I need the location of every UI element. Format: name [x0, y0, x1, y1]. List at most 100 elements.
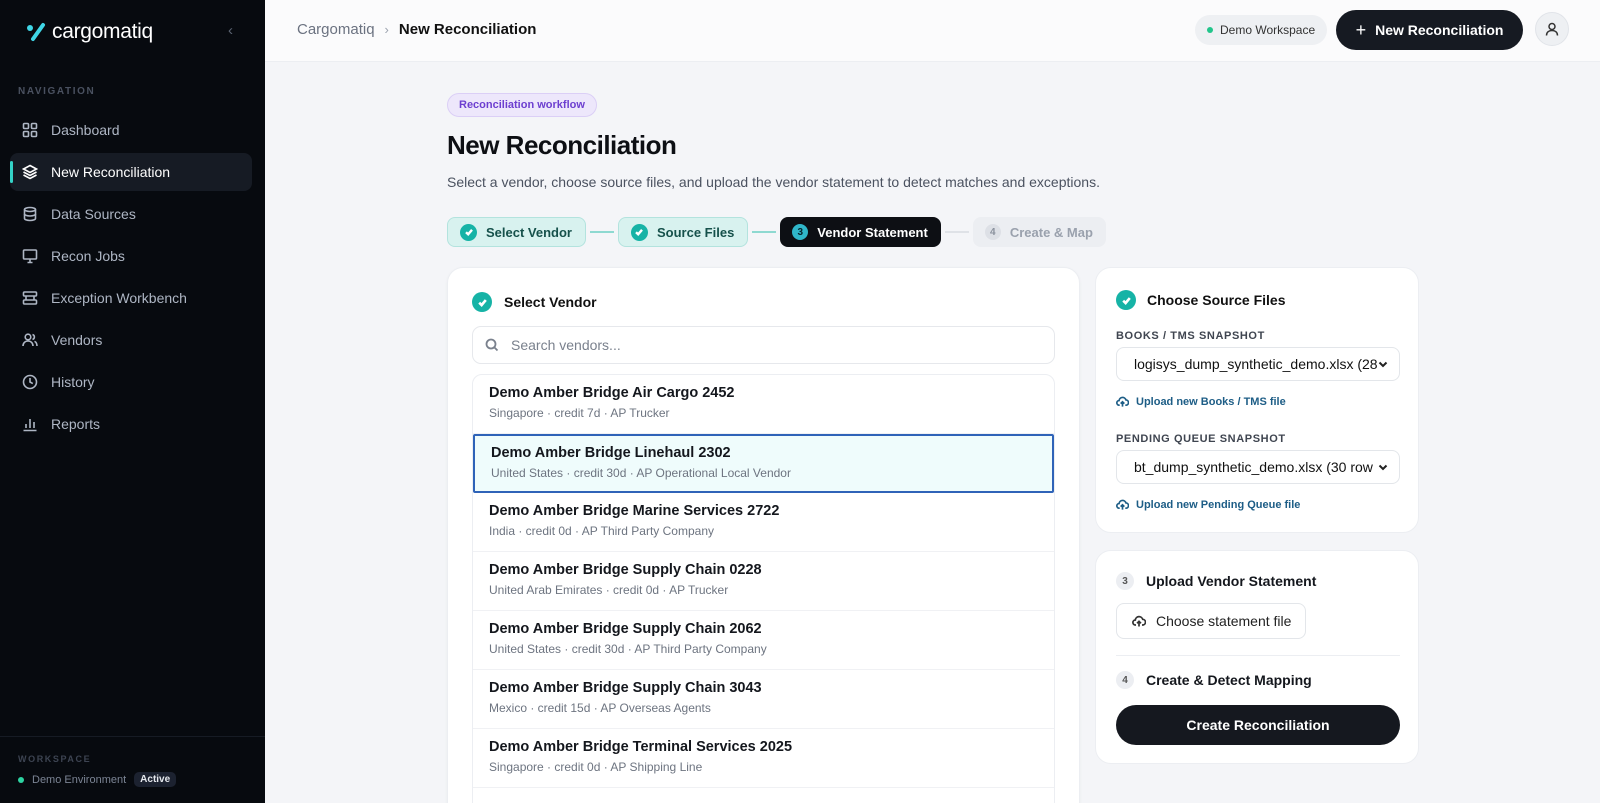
- step-select-vendor[interactable]: Select Vendor: [447, 217, 586, 247]
- collapse-sidebar-icon[interactable]: ‹: [228, 22, 233, 39]
- stepper: Select Vendor Source Files 3 Vendor Stat…: [447, 217, 1106, 247]
- step-create-map[interactable]: 4 Create & Map: [972, 217, 1106, 247]
- bar-chart-icon: [22, 416, 38, 432]
- vendor-meta: United States · credit 30d · AP Operatio…: [491, 466, 791, 480]
- vendor-name: Demo Amber Bridge Supply Chain 3043: [489, 680, 762, 696]
- source-files-card: Choose Source Files BOOKS / TMS SNAPSHOT…: [1095, 267, 1419, 533]
- pending-select[interactable]: bt_dump_synthetic_demo.xlsx (30 row: [1116, 450, 1400, 484]
- grid-icon: [22, 122, 38, 138]
- list-item[interactable]: Demo Amber Bridge Air Cargo 2452 Singapo…: [473, 375, 1054, 434]
- cloud-upload-icon: [1116, 396, 1129, 407]
- workspace-name: Demo Environment: [32, 773, 127, 786]
- search-icon: [485, 338, 499, 352]
- page-subtitle: Select a vendor, choose source files, an…: [447, 174, 1100, 190]
- vendor-meta: United States · credit 30d · AP Third Pa…: [489, 642, 767, 656]
- breadcrumb-current: New Reconciliation: [398, 21, 537, 38]
- user-menu-button[interactable]: [1535, 12, 1569, 46]
- cloud-upload-icon: [1116, 499, 1129, 510]
- monitor-icon: [22, 248, 38, 264]
- step-label: Create & Map: [1009, 224, 1093, 240]
- upload-pending-label: Upload new Pending Queue file: [1136, 498, 1301, 511]
- brand-name: cargomatiq: [52, 20, 153, 43]
- vendor-name: Demo Amber Bridge Supply Chain 2062: [489, 621, 762, 637]
- cloud-upload-icon: [1132, 615, 1146, 627]
- workspace-pill-label: Demo Workspace: [1220, 23, 1316, 37]
- sidebar-item-reports[interactable]: Reports: [10, 405, 252, 443]
- workspace-row[interactable]: Demo Environment Active: [18, 772, 177, 787]
- sidebar-item-label: Reports: [51, 416, 101, 432]
- step-label: Vendor Statement: [817, 224, 928, 240]
- sidebar-item-data-sources[interactable]: Data Sources: [10, 195, 252, 233]
- chevron-right-icon: ›: [384, 22, 389, 37]
- check-icon: [460, 223, 477, 241]
- vendor-search[interactable]: [472, 326, 1055, 364]
- step-connector: [752, 231, 777, 233]
- step-connector: [944, 231, 969, 233]
- create-reconciliation-button[interactable]: Create Reconciliation: [1116, 705, 1400, 745]
- breadcrumb-root[interactable]: Cargomatiq: [297, 21, 375, 38]
- sidebar-item-dashboard[interactable]: Dashboard: [10, 111, 252, 149]
- vendor-card-header: Select Vendor: [472, 292, 597, 312]
- vendor-meta: India · credit 0d · AP Third Party Compa…: [489, 524, 714, 538]
- step-number: 4: [984, 224, 1001, 240]
- sidebar-divider: [0, 736, 265, 737]
- upload-statement-header: 3 Upload Vendor Statement: [1116, 572, 1316, 590]
- step-vendor-statement[interactable]: 3 Vendor Statement: [780, 217, 941, 247]
- sidebar-item-vendors[interactable]: Vendors: [10, 321, 252, 359]
- sidebar-item-new-reconciliation[interactable]: New Reconciliation: [10, 153, 252, 191]
- vendor-name: Demo Amber Bridge Linehaul 2302: [491, 445, 731, 461]
- create-mapping-title: Create & Detect Mapping: [1146, 672, 1312, 688]
- sidebar-item-exception-workbench[interactable]: Exception Workbench: [10, 279, 252, 317]
- step-connector: [589, 231, 614, 233]
- vendor-name: Demo Amber Bridge Supply Chain 0228: [489, 562, 762, 578]
- sidebar-item-recon-jobs[interactable]: Recon Jobs: [10, 237, 252, 275]
- vendor-name: Demo Amber Bridge Terminal Services 2025: [489, 739, 793, 755]
- choose-statement-button[interactable]: Choose statement file: [1116, 603, 1306, 639]
- workbench-icon: [22, 290, 38, 306]
- sidebar-item-label: Dashboard: [51, 122, 120, 138]
- vendor-meta: United Arab Emirates · credit 0d · AP Tr…: [489, 583, 729, 597]
- step-label: Select Vendor: [486, 224, 572, 240]
- clock-icon: [22, 374, 38, 390]
- books-label: BOOKS / TMS SNAPSHOT: [1116, 330, 1265, 342]
- vendor-meta: Singapore · credit 7d · AP Trucker: [489, 406, 670, 420]
- breadcrumb: Cargomatiq › New Reconciliation: [297, 21, 536, 38]
- list-item[interactable]: Demo Amber Bridge Supply Chain 0228 Unit…: [473, 552, 1054, 611]
- step-number: 3: [1116, 572, 1134, 590]
- step-source-files[interactable]: Source Files: [617, 217, 749, 247]
- sidebar-item-label: Vendors: [51, 332, 103, 348]
- upload-books-link[interactable]: Upload new Books / TMS file: [1116, 395, 1286, 408]
- choose-statement-label: Choose statement file: [1156, 613, 1292, 629]
- user-icon: [1545, 22, 1559, 36]
- pending-label: PENDING QUEUE SNAPSHOT: [1116, 433, 1286, 445]
- upload-statement-title: Upload Vendor Statement: [1146, 573, 1317, 589]
- list-item[interactable]: Demo Amber Bridge Supply Chain 2062 Unit…: [473, 611, 1054, 670]
- workspace-pill[interactable]: Demo Workspace: [1195, 15, 1328, 45]
- source-files-title: Choose Source Files: [1147, 292, 1286, 308]
- vendor-name: Demo Amber Bridge Air Cargo 2452: [489, 385, 735, 401]
- brand-logo[interactable]: cargomatiq: [26, 18, 153, 46]
- plus-icon: +: [1355, 20, 1367, 40]
- list-item[interactable]: Demo Amber Bridge Supply Chain 3043 Mexi…: [473, 670, 1054, 729]
- vendor-search-input[interactable]: [511, 337, 1031, 353]
- books-select[interactable]: logisys_dump_synthetic_demo.xlsx (28: [1116, 347, 1400, 381]
- workflow-badge: Reconciliation workflow: [447, 93, 597, 117]
- workspace-heading: WORKSPACE: [18, 754, 92, 764]
- books-select-value: logisys_dump_synthetic_demo.xlsx (28: [1134, 356, 1377, 372]
- upload-books-label: Upload new Books / TMS file: [1136, 395, 1286, 408]
- nav-list: Dashboard New Reconciliation Data Source…: [10, 111, 252, 447]
- check-icon: [1116, 290, 1136, 310]
- sidebar-item-history[interactable]: History: [10, 363, 252, 401]
- new-reconciliation-button[interactable]: + New Reconciliation: [1336, 10, 1523, 50]
- topbar: Cargomatiq › New Reconciliation Demo Wor…: [265, 0, 1600, 62]
- list-item[interactable]: Demo Amber Bridge Terminal Services 2025…: [473, 729, 1054, 788]
- upload-pending-link[interactable]: Upload new Pending Queue file: [1116, 498, 1300, 511]
- divider: [1116, 655, 1400, 656]
- vendor-list: Demo Amber Bridge Air Cargo 2452 Singapo…: [472, 374, 1055, 803]
- sidebar-item-label: History: [51, 374, 95, 390]
- create-mapping-header: 4 Create & Detect Mapping: [1116, 671, 1312, 689]
- vendor-card: Select Vendor Demo Amber Bridge Air Carg…: [447, 267, 1080, 803]
- list-item[interactable]: Demo Amber Bridge Marine Services 2722 I…: [473, 493, 1054, 552]
- list-item-selected[interactable]: Demo Amber Bridge Linehaul 2302 United S…: [473, 434, 1054, 493]
- vendor-name: Demo Amber Bridge Marine Services 2722: [489, 503, 780, 519]
